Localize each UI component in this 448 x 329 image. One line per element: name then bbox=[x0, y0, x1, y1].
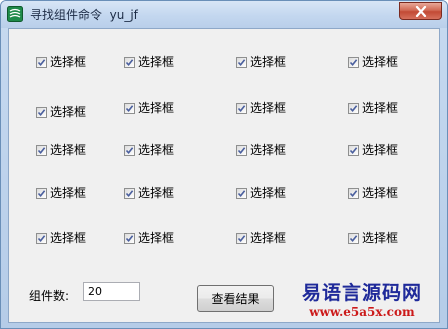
checkmark-icon bbox=[37, 58, 46, 66]
checkbox[interactable] bbox=[348, 187, 359, 199]
checkmark-icon bbox=[125, 234, 134, 242]
checkbox-item[interactable]: 选择框 bbox=[236, 230, 286, 246]
checkmark-icon bbox=[349, 104, 358, 112]
checkbox[interactable] bbox=[124, 187, 135, 199]
checkbox-item[interactable]: 选择框 bbox=[348, 142, 398, 158]
checkmark-icon bbox=[237, 58, 246, 66]
checkmark-icon bbox=[237, 234, 246, 242]
checkbox-label: 选择框 bbox=[250, 55, 287, 69]
watermark-title: 易语言源码网 bbox=[301, 282, 422, 304]
window-title: 寻找组件命令 yu_jf bbox=[30, 8, 138, 22]
checkbox-item[interactable]: 选择框 bbox=[124, 54, 174, 70]
component-count-field[interactable]: 20 bbox=[83, 282, 140, 301]
checkbox-label: 选择框 bbox=[138, 101, 175, 115]
checkbox-item[interactable]: 选择框 bbox=[124, 100, 174, 116]
checkbox[interactable] bbox=[348, 56, 359, 68]
title-bar[interactable]: 寻找组件命令 yu_jf bbox=[1, 1, 447, 28]
checkbox-item[interactable]: 选择框 bbox=[36, 142, 86, 158]
checkbox-item[interactable]: 选择框 bbox=[236, 100, 286, 116]
checkmark-icon bbox=[349, 146, 358, 154]
checkbox-label: 选择框 bbox=[250, 231, 287, 245]
checkbox[interactable] bbox=[124, 232, 135, 244]
checkbox[interactable] bbox=[36, 232, 47, 244]
checkbox-label: 选择框 bbox=[362, 231, 399, 245]
checkbox-label: 选择框 bbox=[50, 186, 87, 200]
app-logo-icon bbox=[7, 6, 23, 22]
checkbox-label: 选择框 bbox=[362, 143, 399, 157]
watermark-url: www.e5a5x.com bbox=[309, 305, 415, 319]
checkbox-label: 选择框 bbox=[250, 186, 287, 200]
checkbox[interactable] bbox=[124, 56, 135, 68]
checkbox-label: 选择框 bbox=[50, 55, 87, 69]
checkbox-label: 选择框 bbox=[50, 105, 87, 119]
view-result-button[interactable]: 查看结果 bbox=[197, 285, 274, 312]
checkmark-icon bbox=[349, 189, 358, 197]
watermark: 易语言源码网 www.e5a5x.com bbox=[287, 282, 437, 320]
checkbox-label: 选择框 bbox=[138, 143, 175, 157]
checkbox[interactable] bbox=[348, 102, 359, 114]
checkmark-icon bbox=[349, 234, 358, 242]
checkbox[interactable] bbox=[236, 232, 247, 244]
checkbox-label: 选择框 bbox=[362, 186, 399, 200]
checkbox-item[interactable]: 选择框 bbox=[36, 54, 86, 70]
checkmark-icon bbox=[37, 108, 46, 116]
checkbox-item[interactable]: 选择框 bbox=[236, 185, 286, 201]
checkbox-item[interactable]: 选择框 bbox=[124, 230, 174, 246]
checkmark-icon bbox=[125, 146, 134, 154]
checkbox-label: 选择框 bbox=[250, 101, 287, 115]
checkbox-item[interactable]: 选择框 bbox=[124, 185, 174, 201]
component-count-label: 组件数: bbox=[29, 289, 70, 303]
app-window: 寻找组件命令 yu_jf 选择框 选择框 选择框 选择框 选择框 选择框 选择框 选择框 选择框… bbox=[0, 0, 448, 329]
checkbox[interactable] bbox=[36, 106, 47, 118]
checkbox[interactable] bbox=[36, 187, 47, 199]
checkbox-label: 选择框 bbox=[362, 55, 399, 69]
checkmark-icon bbox=[37, 189, 46, 197]
checkmark-icon bbox=[237, 146, 246, 154]
checkbox[interactable] bbox=[36, 144, 47, 156]
checkmark-icon bbox=[125, 189, 134, 197]
checkbox-item[interactable]: 选择框 bbox=[348, 230, 398, 246]
checkmark-icon bbox=[125, 104, 134, 112]
checkbox-item[interactable]: 选择框 bbox=[36, 230, 86, 246]
checkbox-label: 选择框 bbox=[362, 101, 399, 115]
close-icon bbox=[415, 6, 427, 17]
checkbox-label: 选择框 bbox=[250, 143, 287, 157]
checkbox-label: 选择框 bbox=[138, 231, 175, 245]
checkmark-icon bbox=[37, 146, 46, 154]
checkbox-item[interactable]: 选择框 bbox=[124, 142, 174, 158]
checkbox-item[interactable]: 选择框 bbox=[348, 100, 398, 116]
checkbox[interactable] bbox=[36, 56, 47, 68]
checkbox[interactable] bbox=[124, 102, 135, 114]
checkbox-item[interactable]: 选择框 bbox=[348, 185, 398, 201]
checkmark-icon bbox=[237, 189, 246, 197]
checkbox[interactable] bbox=[236, 102, 247, 114]
checkmark-icon bbox=[349, 58, 358, 66]
checkbox[interactable] bbox=[236, 187, 247, 199]
close-button[interactable] bbox=[399, 2, 442, 20]
checkbox-item[interactable]: 选择框 bbox=[348, 54, 398, 70]
checkbox-label: 选择框 bbox=[138, 55, 175, 69]
checkmark-icon bbox=[37, 234, 46, 242]
checkbox[interactable] bbox=[236, 144, 247, 156]
client-area: 选择框 选择框 选择框 选择框 选择框 选择框 选择框 选择框 选择框 选择框 选择框 选择框 选择框选… bbox=[8, 28, 440, 323]
checkmark-icon bbox=[237, 104, 246, 112]
checkbox-label: 选择框 bbox=[138, 186, 175, 200]
checkbox-item[interactable]: 选择框 bbox=[236, 54, 286, 70]
checkbox-item[interactable]: 选择框 bbox=[36, 185, 86, 201]
checkmark-icon bbox=[125, 58, 134, 66]
checkbox-item[interactable]: 选择框 bbox=[236, 142, 286, 158]
checkbox-label: 选择框 bbox=[50, 143, 87, 157]
checkbox-item[interactable]: 选择框 bbox=[36, 104, 86, 120]
checkbox[interactable] bbox=[236, 56, 247, 68]
checkbox-label: 选择框 bbox=[50, 231, 87, 245]
checkbox[interactable] bbox=[348, 144, 359, 156]
checkbox[interactable] bbox=[348, 232, 359, 244]
checkbox[interactable] bbox=[124, 144, 135, 156]
